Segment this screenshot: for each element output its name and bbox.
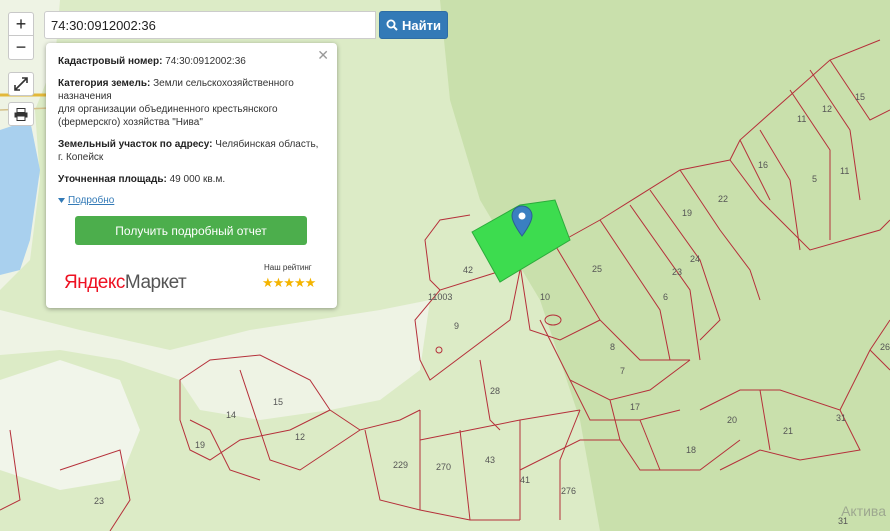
parcel-label: 31 (836, 413, 846, 423)
yandex-market-badge[interactable]: ЯндексМаркет Наш рейтинг ★★★★★ (58, 259, 325, 299)
parcel-label: 20 (727, 415, 737, 425)
parcel-label: 229 (393, 460, 408, 470)
address-value-cont: г. Копейск (58, 152, 104, 163)
parcel-label: 21 (783, 426, 793, 436)
land-purpose-cont: (фермерскго) хозяйства "Нива" (58, 117, 203, 128)
details-link[interactable]: Подробно (58, 195, 114, 206)
parcel-label: 22 (718, 194, 728, 204)
close-icon[interactable]: ✕ (317, 47, 329, 64)
parcel-label: 23 (94, 496, 104, 506)
parcel-label: 42 (463, 265, 473, 275)
parcel-label: 6 (663, 292, 668, 302)
parcel-label: 23 (672, 267, 682, 277)
parcel-label: 7 (620, 366, 625, 376)
parcel-label: 12 (822, 104, 832, 114)
land-purpose: для организации объединенного крестьянск… (58, 104, 278, 115)
area-row: Уточненная площадь: 49 000 кв.м. (58, 173, 325, 186)
parcel-label: 15 (855, 92, 865, 102)
parcel-label: 15 (273, 397, 283, 407)
yandex-market-logo: ЯндексМаркет (64, 272, 187, 293)
cadastral-search-input[interactable] (44, 11, 376, 39)
search-icon (386, 19, 398, 31)
cadastral-number-label: Кадастровый номер: (58, 56, 163, 67)
parcel-label: 19 (195, 440, 205, 450)
parcel-label: 17 (630, 402, 640, 412)
parcel-label: 41 (520, 475, 530, 485)
expand-icon (14, 77, 28, 91)
land-category-row: Категория земель: Земли сельскохозяйстве… (58, 77, 325, 129)
fullscreen-button[interactable] (8, 72, 34, 96)
rating-stars: ★★★★★ (262, 275, 316, 290)
parcel-label: 14 (226, 410, 236, 420)
land-category-value: Земли сельскохозяйственного (153, 78, 294, 89)
parcel-label: 24 (690, 254, 700, 264)
cadastral-number-row: Кадастровый номер: 74:30:0912002:36 (58, 55, 325, 68)
parcel-label: 276 (561, 486, 576, 496)
address-row: Земельный участок по адресу: Челябинская… (58, 138, 325, 164)
parcel-label: 11 (840, 166, 849, 176)
parcel-label: 5 (812, 174, 817, 184)
parcel-label: 43 (485, 455, 495, 465)
details-link-label: Подробно (68, 195, 115, 206)
area-label: Уточненная площадь: (58, 174, 167, 185)
parcel-label: 18 (686, 445, 696, 455)
caret-down-icon (58, 198, 65, 203)
get-report-button[interactable]: Получить подробный отчет (75, 216, 307, 245)
zoom-out-button[interactable]: − (8, 36, 34, 60)
search-button-label: Найти (402, 17, 441, 33)
parcel-label: 11 (797, 114, 806, 124)
parcel-label: 28 (490, 386, 500, 396)
parcel-label: 270 (436, 462, 451, 472)
parcel-label: 11003 (428, 292, 452, 302)
area-value: 49 000 кв.м. (169, 174, 226, 185)
address-label: Земельный участок по адресу: (58, 139, 213, 150)
land-category-value-cont: назначения (58, 91, 112, 102)
parcel-label: 10 (540, 292, 550, 302)
rating-label: Наш рейтинг (264, 263, 312, 272)
print-button[interactable] (8, 102, 34, 126)
activation-watermark: Актива (841, 503, 886, 519)
parcel-label: 9 (454, 321, 459, 331)
cadastral-number-value: 74:30:0912002:36 (165, 56, 246, 67)
parcel-label: 16 (758, 160, 768, 170)
parcel-label: 26 (880, 342, 890, 352)
zoom-in-button[interactable]: + (8, 12, 34, 36)
parcel-info-popup: ✕ Кадастровый номер: 74:30:0912002:36 Ка… (46, 43, 337, 308)
parcel-label: 8 (610, 342, 615, 352)
search-button[interactable]: Найти (379, 11, 448, 39)
land-category-label: Категория земель: (58, 78, 151, 89)
print-icon (14, 107, 28, 121)
parcel-label: 19 (682, 208, 692, 218)
address-value: Челябинская область, (215, 139, 319, 150)
parcel-label: 25 (592, 264, 602, 274)
location-pin-icon[interactable] (511, 205, 533, 237)
parcel-label: 12 (295, 432, 305, 442)
